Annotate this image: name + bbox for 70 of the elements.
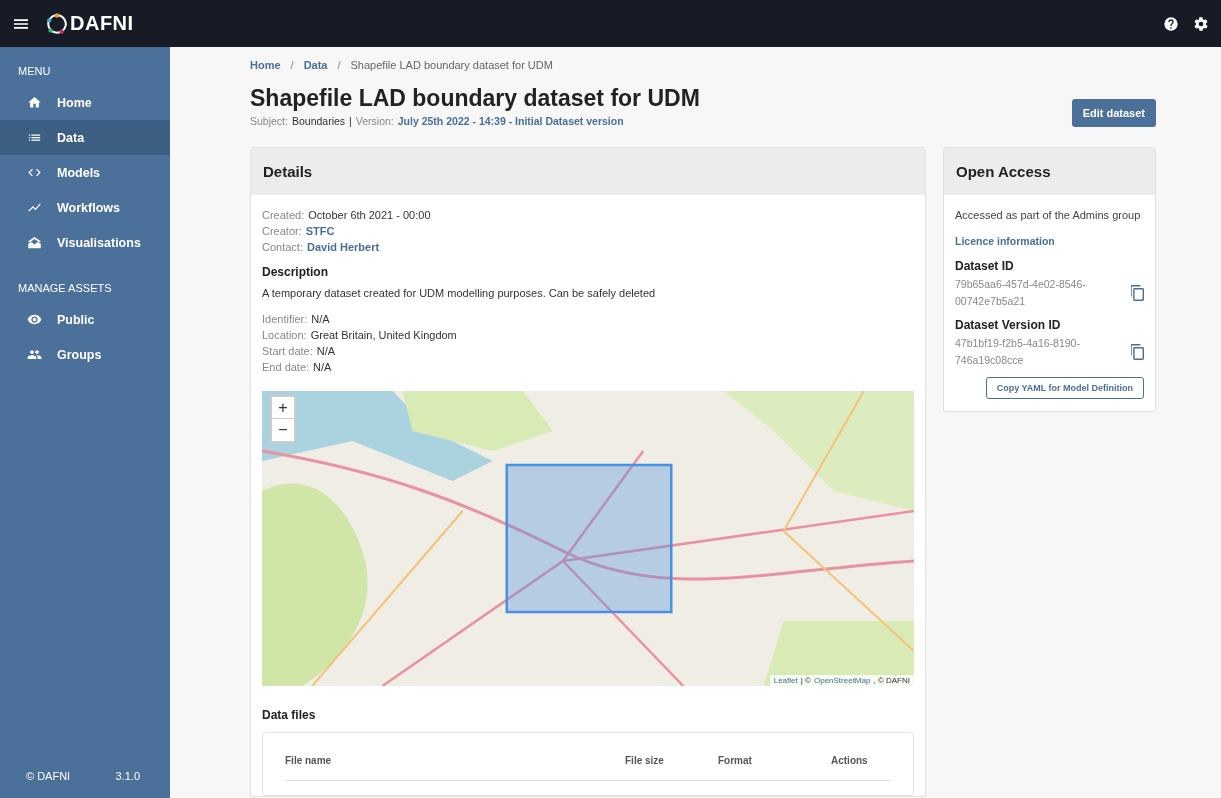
field-link[interactable]: STFC xyxy=(305,223,335,239)
sidebar-item[interactable]: Data xyxy=(0,120,170,155)
id-value: 47b1bf19-f2b5-4a16-8190-746a19c08cce xyxy=(955,336,1081,368)
attribution-link[interactable]: Leaflet xyxy=(773,676,798,685)
licence-link[interactable]: Licence information xyxy=(955,235,1144,247)
field-value: N/A xyxy=(311,312,330,327)
breadcrumb-separator: / xyxy=(290,59,294,71)
logo-icon xyxy=(46,12,68,35)
page-title: Shapefile LAD boundary dataset for UDM xyxy=(250,85,700,112)
breadcrumb-link[interactable]: Home xyxy=(250,59,281,71)
home-icon xyxy=(27,95,42,110)
section-heading: Description xyxy=(262,265,329,279)
subject-value: Boundaries xyxy=(291,115,346,127)
column-header: File name xyxy=(285,755,333,766)
sidebar-heading: MENU xyxy=(17,64,52,79)
zoom-in-button[interactable]: + xyxy=(272,397,294,419)
breadcrumb-link[interactable]: Data xyxy=(303,59,328,71)
field-label: End date: xyxy=(262,360,310,375)
menu-icon[interactable] xyxy=(14,18,28,29)
field-label: Location: xyxy=(262,328,307,343)
sidebar-item[interactable]: Groups xyxy=(0,337,170,372)
separator-text: | xyxy=(349,115,352,127)
field-value: N/A xyxy=(316,344,336,359)
version-text: 3.1.0 xyxy=(115,770,140,782)
copy-icon[interactable] xyxy=(1131,344,1144,360)
field-value: N/A xyxy=(313,360,332,375)
attribution-text: , © DAFNI xyxy=(873,676,910,685)
card-title: Open Access xyxy=(956,163,1051,180)
logo-text[interactable]: DAFNI xyxy=(70,12,134,35)
sidebar-item[interactable]: Workflows xyxy=(0,190,170,225)
field-label: Contact: xyxy=(262,240,303,255)
sidebar-item[interactable]: Visualisations xyxy=(0,225,170,260)
id-label: Dataset ID xyxy=(955,259,1015,273)
sidebar-item[interactable]: Public xyxy=(0,302,170,337)
copyright-text: © DAFNI xyxy=(26,770,71,782)
breadcrumb-current: Shapefile LAD boundary dataset for UDM xyxy=(350,59,553,71)
access-note: Accessed as part of the Admins group xyxy=(955,209,1142,221)
attribution-text: | © xyxy=(800,676,811,685)
field-label: Identifier: xyxy=(262,312,308,327)
people-icon xyxy=(27,347,42,362)
column-header: Actions xyxy=(831,755,869,766)
field-value: Great Britain, United Kingdom xyxy=(310,328,457,343)
mountain-chart-icon xyxy=(27,235,42,250)
help-icon[interactable] xyxy=(1163,15,1179,32)
attribution-link[interactable]: OpenStreetMap xyxy=(813,676,871,685)
column-header: Format xyxy=(718,755,753,766)
map-placeholder[interactable]: + − Leaflet | © OpenStreetMap , © DAFNI xyxy=(262,391,914,686)
field-label: Start date: xyxy=(262,344,313,359)
card-title: Details xyxy=(263,163,313,180)
field-value: October 6th 2021 - 00:00 xyxy=(308,208,431,223)
field-link[interactable]: David Herbert xyxy=(306,239,380,255)
version-label: Version: xyxy=(355,115,394,127)
field-label: Creator: xyxy=(262,224,302,239)
column-header: File size xyxy=(625,755,665,766)
version-link[interactable]: July 25th 2022 - 14:39 - Initial Dataset version xyxy=(397,115,624,127)
subject-label: Subject: xyxy=(250,115,288,127)
description-text: A temporary dataset created for UDM modelling purposes. Can be safely deleted xyxy=(262,287,657,299)
sidebar-heading: MANAGE ASSETS xyxy=(17,281,113,296)
id-value: 79b65aa6-457d-4e02-8546-00742e7b5a21 xyxy=(955,277,1087,309)
sidebar-item[interactable]: Models xyxy=(0,155,170,190)
sidebar-item[interactable]: Home xyxy=(0,85,170,120)
copy-yaml-button[interactable]: Copy YAML for Model Definition xyxy=(985,377,1144,399)
breadcrumb-separator: / xyxy=(337,59,341,71)
section-heading: Data files xyxy=(262,708,317,722)
id-label: Dataset Version ID xyxy=(955,318,1062,332)
eye-icon xyxy=(27,312,42,327)
edit-dataset-button[interactable]: Edit dataset xyxy=(1071,99,1156,127)
settings-icon[interactable] xyxy=(1193,15,1209,32)
copy-icon[interactable] xyxy=(1131,285,1144,301)
field-label: Created: xyxy=(262,208,305,223)
